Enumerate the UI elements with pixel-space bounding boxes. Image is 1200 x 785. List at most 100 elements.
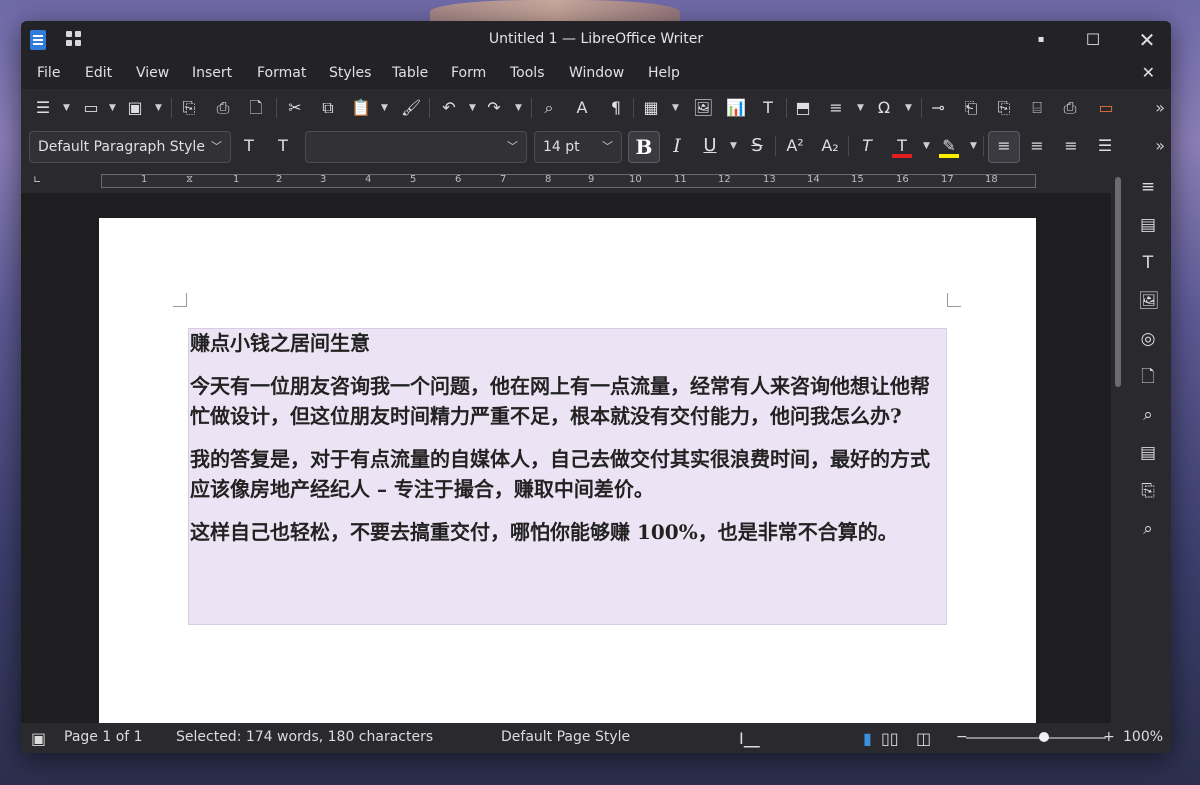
menu-help[interactable]: Help xyxy=(648,65,680,81)
menu-form[interactable]: Form xyxy=(451,65,486,81)
sidebar-deck: ≡ ▤ T 🖼 ◎ 🗋 ⌕ ▤ ⎘ ⌕ xyxy=(1125,171,1171,726)
find-replace-icon[interactable]: ⌕ xyxy=(539,98,559,118)
endnote-icon[interactable]: ⎘ xyxy=(994,98,1014,118)
title-bar: Untitled 1 — LibreOffice Writer ▪ ☐ ✕ xyxy=(21,21,1171,59)
font-size-value: 14 pt xyxy=(543,139,580,155)
menu-window[interactable]: Window xyxy=(569,65,624,81)
bold-button[interactable]: B xyxy=(628,131,660,163)
comment-icon[interactable]: ▭ xyxy=(1096,98,1116,118)
close-window-button[interactable]: ✕ xyxy=(1135,28,1159,52)
underline-icon[interactable]: U xyxy=(700,136,720,156)
redo-icon[interactable]: ↷ xyxy=(484,98,504,118)
design-icon[interactable]: ⎘ xyxy=(1138,481,1158,501)
tab-stop-icon[interactable]: ∟ xyxy=(33,175,41,186)
insert-field-icon[interactable]: ≡ xyxy=(826,98,846,118)
page-break-icon[interactable]: ⬒ xyxy=(793,98,813,118)
bookmark-icon[interactable]: ⌸ xyxy=(1027,98,1047,118)
menu-table[interactable]: Table xyxy=(392,65,428,81)
doc-title: 赚点小钱之居间生意 xyxy=(190,331,370,355)
undo-icon[interactable]: ↶ xyxy=(439,98,459,118)
strikethrough-icon[interactable]: S xyxy=(747,136,767,156)
gallery-icon[interactable]: 🖼 xyxy=(1138,291,1160,311)
book-view-icon[interactable]: ◫ xyxy=(916,729,931,748)
page-count[interactable]: Page 1 of 1 xyxy=(64,729,143,745)
print-preview-icon[interactable]: 🗋 xyxy=(246,98,266,118)
menu-styles[interactable]: Styles xyxy=(329,65,371,81)
page-style[interactable]: Default Page Style xyxy=(501,729,630,745)
insert-chart-icon[interactable]: 📊 xyxy=(726,98,746,118)
font-color-icon[interactable]: T xyxy=(892,136,912,158)
clear-formatting-icon[interactable]: T xyxy=(857,136,877,156)
cross-reference-icon[interactable]: ⎙ xyxy=(1060,98,1080,118)
zoom-slider-knob[interactable] xyxy=(1039,732,1049,742)
subscript-icon[interactable]: A₂ xyxy=(820,136,840,156)
page-icon[interactable]: 🗋 xyxy=(1138,367,1158,387)
hyperlink-icon[interactable]: ⊸ xyxy=(928,98,948,118)
ruler-number: 8 xyxy=(545,174,552,185)
maximize-button[interactable]: ☐ xyxy=(1081,28,1105,52)
save-icon[interactable]: ▣ xyxy=(125,98,145,118)
zoom-in-icon[interactable]: + xyxy=(1103,729,1115,745)
font-size-select[interactable]: 14 pt ﹀ xyxy=(534,131,622,163)
styles-icon[interactable]: T xyxy=(1138,253,1158,273)
open-folder-icon[interactable]: ▭ xyxy=(81,98,101,118)
document-page[interactable]: 赚点小钱之居间生意 今天有一位朋友咨询我一个问题，他在网上有一点流量，经常有人来… xyxy=(99,218,1036,723)
ruler-number: 14 xyxy=(807,174,820,185)
ruler-number: 7 xyxy=(500,174,507,185)
style-inspector-icon[interactable]: ⌕ xyxy=(1138,405,1158,425)
menu-format[interactable]: Format xyxy=(257,65,306,81)
menu-view[interactable]: View xyxy=(136,65,169,81)
indent-marker-icon[interactable]: ⧖ xyxy=(186,174,193,185)
toolbar-overflow-icon[interactable]: » xyxy=(1155,98,1165,117)
paste-icon[interactable]: 📋 xyxy=(351,98,371,118)
insert-image-icon[interactable]: 🖼 xyxy=(693,98,713,118)
highlight-color-icon[interactable]: ✎ xyxy=(939,136,959,158)
clone-formatting-icon[interactable]: 🖌 xyxy=(401,98,421,118)
update-style-icon[interactable]: T xyxy=(239,136,259,156)
zoom-level[interactable]: 100% xyxy=(1123,729,1163,745)
word-count[interactable]: Selected: 174 words, 180 characters xyxy=(176,729,433,745)
scrollbar-thumb[interactable] xyxy=(1115,177,1121,387)
menu-insert[interactable]: Insert xyxy=(192,65,232,81)
print-icon[interactable]: ⎙ xyxy=(213,98,233,118)
zoom-slider[interactable] xyxy=(966,737,1106,739)
special-character-icon[interactable]: Ω xyxy=(874,98,894,118)
insert-textbox-icon[interactable]: T xyxy=(758,98,778,118)
properties-icon[interactable]: ▤ xyxy=(1138,215,1158,235)
menu-edit[interactable]: Edit xyxy=(85,65,112,81)
superscript-icon[interactable]: A² xyxy=(785,136,805,156)
manage-changes-icon[interactable]: ▤ xyxy=(1138,443,1158,463)
formatting-marks-icon[interactable]: ¶ xyxy=(606,98,626,118)
font-name-select[interactable]: ﹀ xyxy=(305,131,527,163)
find-icon[interactable]: ⌕ xyxy=(1138,519,1158,539)
insert-table-icon[interactable]: ▦ xyxy=(641,98,661,118)
copy-icon[interactable]: ⧉ xyxy=(318,98,338,118)
vertical-scrollbar[interactable] xyxy=(1113,171,1123,726)
navigator-icon[interactable]: ◎ xyxy=(1138,329,1158,349)
multi-page-view-icon[interactable]: ▯▯ xyxy=(881,729,899,748)
close-document-icon[interactable]: ✕ xyxy=(1142,63,1155,82)
standard-toolbar: ☰ ▼ ▭ ▼ ▣ ▼ ⎘ ⎙ 🗋 ✂ ⧉ 📋 ▼ 🖌 ↶ ▼ ↷ ▼ ⌕ A ¶ ▦ ▼ 🖼… xyxy=(21,89,1171,127)
document-body[interactable]: 赚点小钱之居间生意 今天有一位朋友咨询我一个问题，他在网上有一点流量，经常有人来… xyxy=(190,328,960,560)
spelling-icon[interactable]: A xyxy=(572,98,592,118)
align-right-icon[interactable]: ≡ xyxy=(1061,136,1081,156)
keep-above-icon[interactable]: ▪ xyxy=(1029,28,1053,52)
horizontal-ruler[interactable]: ∟ 1 ⧖ 1 2 3 4 5 6 7 8 9 10 11 12 13 14 1… xyxy=(21,169,1111,193)
footnote-icon[interactable]: ⎗ xyxy=(961,98,981,118)
export-pdf-icon[interactable]: ⎘ xyxy=(179,98,199,118)
justify-icon[interactable]: ☰ xyxy=(1095,136,1115,156)
new-style-icon[interactable]: T xyxy=(273,136,293,156)
single-page-view-icon[interactable]: ▮ xyxy=(863,729,872,748)
ruler-number: 1 xyxy=(233,174,240,185)
cut-icon[interactable]: ✂ xyxy=(285,98,305,118)
ruler-number: 17 xyxy=(941,174,954,185)
align-center-icon[interactable]: ≡ xyxy=(1027,136,1047,156)
menu-tools[interactable]: Tools xyxy=(510,65,545,81)
document-modified-icon[interactable]: ▣ xyxy=(31,729,46,748)
menu-file[interactable]: File xyxy=(37,65,60,81)
sidebar-toggle-icon[interactable]: ☰ xyxy=(33,98,53,118)
paragraph-style-select[interactable]: Default Paragraph Style ﹀ xyxy=(29,131,231,163)
italic-icon[interactable]: I xyxy=(667,136,687,156)
toolbar-overflow-icon[interactable]: » xyxy=(1155,136,1165,155)
sidebar-menu-icon[interactable]: ≡ xyxy=(1138,177,1158,197)
